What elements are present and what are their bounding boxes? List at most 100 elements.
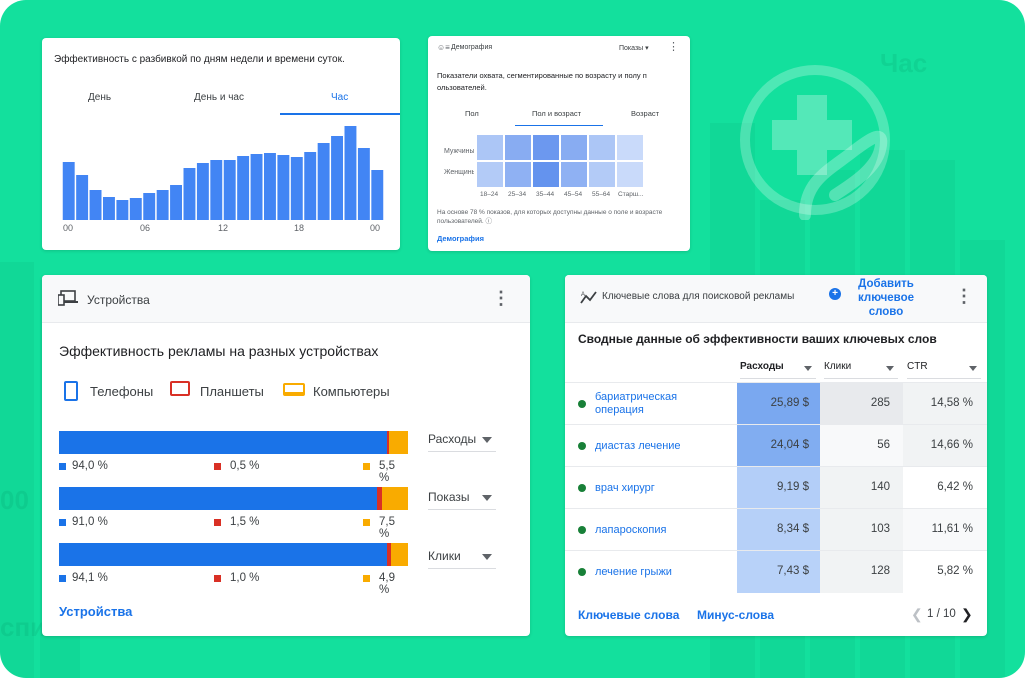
more-vert-icon[interactable]: ⋮ [668,40,679,53]
medical-cross-hand-logo [740,65,890,220]
table-row: бариатрическая операция 25,89 $ 285 14,5… [565,382,987,425]
metric-select[interactable]: Расходы [428,432,496,452]
computers-swatch [363,519,370,526]
devices-link[interactable]: Устройства [59,604,132,619]
demographics-card: ☺≡ Демография Показы ▾ ⋮ Показатели охва… [428,36,690,251]
histogram-bar [371,170,384,220]
chevron-left-icon[interactable]: ❮ [911,606,923,623]
tab-gender-age[interactable]: Пол и возраст [532,109,581,118]
column-header-clicks[interactable]: Клики [824,361,898,379]
bar-segment-phones [59,487,377,510]
metric-select-label: Показы [428,490,470,504]
tablet-icon [170,381,190,396]
histogram-bar [196,163,209,220]
tab-age[interactable]: Возраст [631,109,659,118]
sort-arrow-icon [804,366,812,371]
card-header: A Ключевые слова для поисковой рекламы +… [565,275,987,323]
tablets-swatch [214,519,221,526]
legend-label: Компьютеры [313,384,390,399]
background-frame: Час 00 спи Эффективность с разбивкой по … [0,0,1025,678]
status-dot [578,568,586,576]
x-tick: 12 [218,223,229,233]
table-row: лечение грыжи 7,43 $ 128 5,82 % [565,550,987,593]
status-dot [578,400,586,408]
percent-row: 94,0 % 0,5 % 5,5 % [59,460,408,484]
chevron-right-icon[interactable]: ❯ [961,606,973,623]
heatmap-cell [560,161,588,188]
histogram-bar [290,157,303,220]
demographics-link[interactable]: Демография [437,234,484,243]
histogram-bar [344,126,357,220]
histogram-bar [277,155,290,220]
percent-row: 94,1 % 1,0 % 4,9 % [59,572,408,596]
hourly-performance-card: Эффективность с разбивкой по дням недели… [42,38,400,250]
background-text: спи [0,612,47,642]
heatmap-cell [588,134,616,161]
metric-dropdown[interactable]: Показы ▾ [619,44,649,52]
heatmap-cell [616,161,644,188]
background-text: 00 [0,485,29,515]
ctr-value: 11,61 % [931,523,973,535]
histogram-bar [317,143,330,220]
phones-swatch [59,575,66,582]
card-header: ☺≡ Демография Показы ▾ ⋮ [428,36,690,60]
add-keyword-button[interactable]: Добавить ключевое слово [851,277,921,319]
heatmap-cell [504,134,532,161]
clicks-value: 128 [870,565,890,577]
add-circle-icon[interactable]: + [829,288,841,300]
metric-select[interactable]: Клики [428,549,496,569]
keyword-link[interactable]: лечение грыжи [595,566,725,579]
metric-select[interactable]: Показы [428,490,496,510]
x-tick: 00 [63,223,74,233]
metric-select-label: Клики [428,549,461,563]
keyword-link[interactable]: врач хирург [595,482,725,495]
tablets-percent: 1,0 % [230,572,260,584]
histogram-bar [129,198,142,220]
keywords-link[interactable]: Ключевые слова [578,608,679,622]
heatmap-cell [588,161,616,188]
tablets-swatch [214,575,221,582]
x-tick: 00 [370,223,381,233]
heatmap-cell [560,134,588,161]
tab-gender[interactable]: Пол [465,109,479,118]
column-header-label: Клики [824,361,852,372]
stacked-bar-cost [59,431,408,454]
status-dot [578,484,586,492]
histogram-bar [76,175,89,220]
svg-text:A: A [581,292,585,298]
more-vert-icon[interactable]: ⋮ [955,286,973,307]
column-label: 55–64 [592,191,611,198]
computers-swatch [363,463,370,470]
negative-keywords-link[interactable]: Минус-слова [697,608,774,622]
tab-day[interactable]: День [88,92,111,103]
column-header-cost[interactable]: Расходы [740,361,816,379]
more-vert-icon[interactable]: ⋮ [492,288,510,309]
keyword-link[interactable]: диастаз лечение [595,440,725,453]
histogram-bar [357,148,370,220]
coverage-note: На основе 78 % показов, для которых дост… [437,208,687,226]
tab-day-and-hour[interactable]: День и час [194,92,244,103]
table-row: диастаз лечение 24,04 $ 56 14,66 % [565,424,987,467]
tab-hour[interactable]: Час [331,92,348,103]
histogram-bar [264,153,276,220]
bar-segment-computers [390,543,408,566]
keyword-link[interactable]: бариатрическая операция [595,391,725,417]
percent-row: 91,0 % 1,5 % 7,5 % [59,516,408,540]
active-tab-underline [280,113,400,115]
dropdown-arrow-icon [482,554,492,560]
tablets-percent: 1,5 % [230,516,260,528]
column-label: 18–24 [480,191,499,198]
people-icon: ☺≡ [437,43,450,52]
keyword-link[interactable]: лапароскопия [595,524,725,537]
devices-card: Устройства ⋮ Эффективность рекламы на ра… [42,275,530,636]
histogram-bar [304,152,317,220]
column-label: 25–34 [508,191,527,198]
cost-value: 7,43 $ [777,565,809,577]
pagination-label: 1 / 10 [927,608,956,620]
ctr-value: 6,42 % [937,481,973,493]
table-row: лапароскопия 8,34 $ 103 11,61 % [565,508,987,551]
column-header-ctr[interactable]: CTR [907,361,981,379]
help-icon[interactable]: ⓘ [486,218,493,225]
ctr-value: 14,66 % [930,439,973,451]
heatmap-cell [504,161,532,188]
